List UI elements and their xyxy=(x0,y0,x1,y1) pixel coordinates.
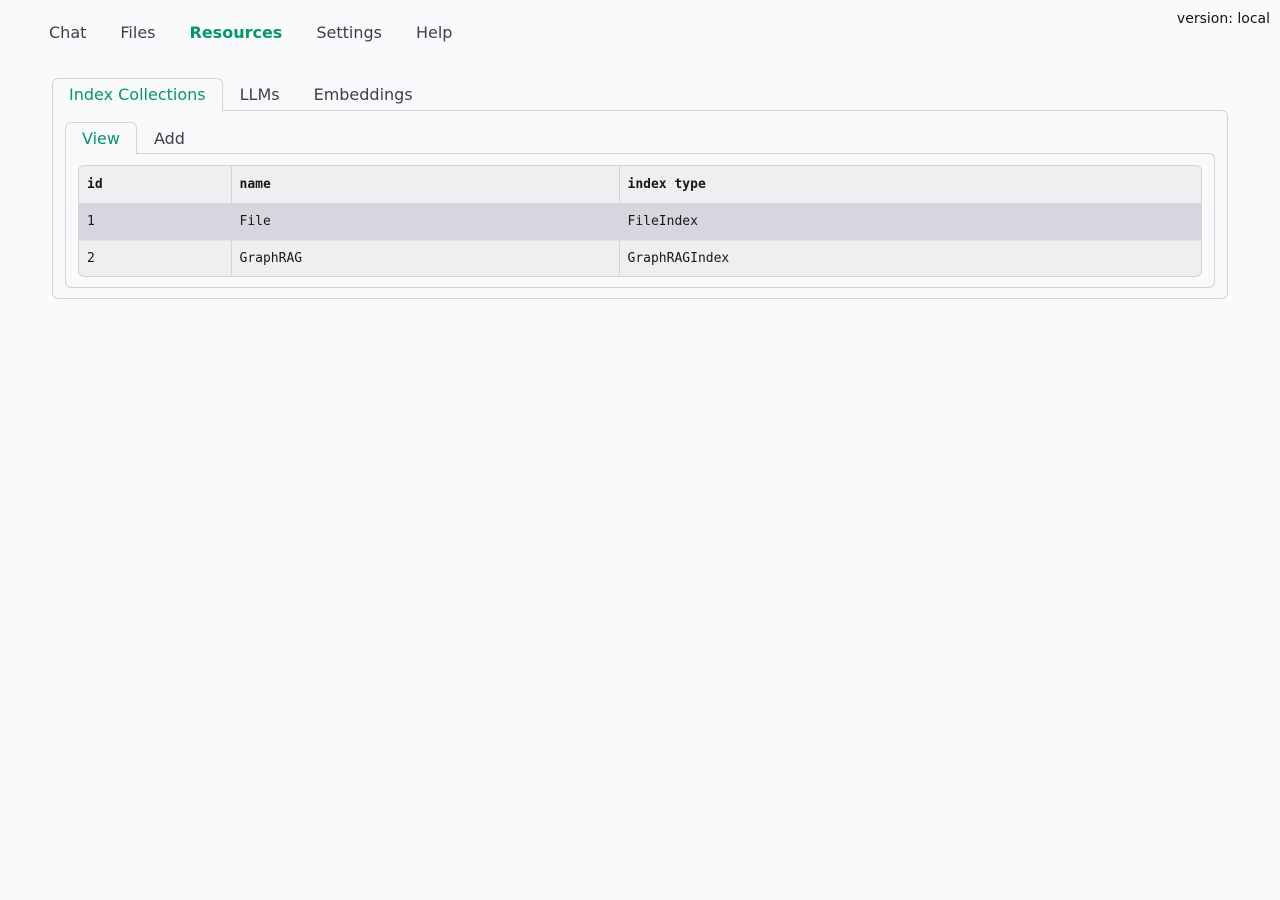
nav-item-resources[interactable]: Resources xyxy=(173,22,300,44)
version-label: version: local xyxy=(1176,11,1270,27)
tab-add[interactable]: Add xyxy=(137,122,202,154)
tab-view[interactable]: View xyxy=(65,122,137,154)
cell-index-type[interactable]: FileIndex xyxy=(619,203,1201,241)
tab-embeddings[interactable]: Embeddings xyxy=(297,78,430,111)
cell-name[interactable]: File xyxy=(231,203,620,241)
index-table: id name index type 1 File FileIndex 2 Gr… xyxy=(78,165,1202,277)
tab-llms[interactable]: LLMs xyxy=(223,78,297,111)
nav-item-files[interactable]: Files xyxy=(103,22,172,44)
view-panel: id name index type 1 File FileIndex 2 Gr… xyxy=(65,153,1215,288)
nav-item-settings[interactable]: Settings xyxy=(299,22,399,44)
table-row[interactable]: 1 File FileIndex xyxy=(79,203,1201,241)
resource-tabs: Index Collections LLMs Embeddings xyxy=(52,78,430,111)
column-header-id[interactable]: id xyxy=(79,166,232,204)
tab-index-collections[interactable]: Index Collections xyxy=(52,78,223,111)
cell-id[interactable]: 1 xyxy=(79,203,232,241)
cell-name[interactable]: GraphRAG xyxy=(231,240,620,276)
nav-item-chat[interactable]: Chat xyxy=(32,22,103,44)
column-header-index-type[interactable]: index type xyxy=(619,166,1201,204)
top-nav: Chat Files Resources Settings Help xyxy=(32,22,469,44)
view-add-tabs: View Add xyxy=(65,122,202,154)
nav-item-help[interactable]: Help xyxy=(399,22,469,44)
cell-index-type[interactable]: GraphRAGIndex xyxy=(619,240,1201,276)
table-row[interactable]: 2 GraphRAG GraphRAGIndex xyxy=(79,240,1201,276)
index-collections-panel: View Add id name index type 1 File FileI… xyxy=(52,110,1228,299)
column-header-name[interactable]: name xyxy=(231,166,620,204)
cell-id[interactable]: 2 xyxy=(79,240,232,276)
table-header-row: id name index type xyxy=(79,166,1201,204)
